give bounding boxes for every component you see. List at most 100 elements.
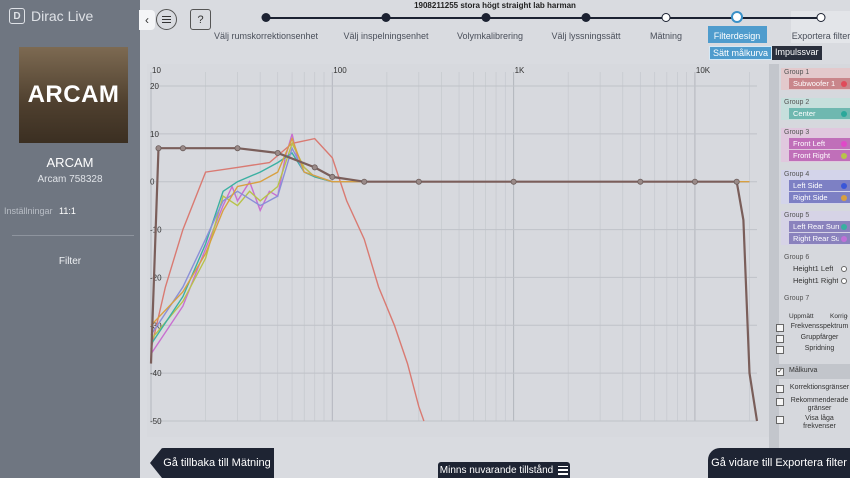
y-tick-label: -20	[150, 273, 162, 282]
channel-item[interactable]: Right Side	[789, 192, 850, 203]
tab-impulse-response[interactable]: Impulssvar	[772, 46, 822, 60]
dirac-logo-icon: D	[9, 8, 25, 24]
target-curve-handle[interactable]	[234, 145, 241, 152]
settings-value: 11:1	[59, 206, 76, 216]
target-curve-handle[interactable]	[637, 178, 644, 185]
back-button[interactable]: Gå tillbaka till Mätning	[150, 448, 274, 478]
settings-row[interactable]: Inställningar 11:1	[4, 206, 76, 216]
channel-label: Right Rear Su...	[793, 234, 839, 243]
step-dot[interactable]	[381, 13, 391, 22]
checkbox-checked[interactable]: ✓	[776, 368, 784, 376]
group-box: Group 6 Height1 Left Height1 Right	[781, 253, 850, 287]
checkbox[interactable]	[776, 335, 784, 343]
target-curve-handle[interactable]	[274, 150, 281, 157]
channel-color-dot[interactable]	[841, 277, 847, 284]
step-dot[interactable]	[816, 13, 826, 22]
channel-item[interactable]: Left Rear Surr...	[789, 221, 850, 232]
group-box: Group 1 Subwoofer 1	[781, 68, 850, 90]
channel-color-dot[interactable]	[841, 110, 847, 117]
project-title: 1908211255 stora högt straight lab harma…	[414, 1, 576, 10]
step-dot[interactable]	[581, 13, 591, 22]
checkbox[interactable]	[776, 385, 784, 393]
step-dot[interactable]	[261, 13, 271, 22]
target-curve-handle[interactable]	[691, 178, 698, 185]
checkbox[interactable]	[776, 416, 784, 424]
channel-item[interactable]: Height1 Right	[789, 275, 850, 286]
next-button[interactable]: Gå vidare till Exportera filter	[708, 448, 850, 478]
target-curve-handle[interactable]	[329, 173, 336, 180]
checkbox[interactable]	[776, 346, 784, 354]
sidebar-item-filter[interactable]: Filter	[0, 256, 140, 267]
target-curve-handle[interactable]	[361, 178, 368, 185]
channel-label: Subwoofer 1	[793, 79, 836, 88]
list-icon	[558, 465, 569, 475]
collapse-sidebar-button[interactable]: ‹	[139, 10, 155, 30]
option-frequency-spectrum[interactable]: Frekvensspektrum	[776, 323, 850, 332]
option-recommended-limits[interactable]: Rekommenderade gränser	[776, 397, 850, 413]
checkbox[interactable]	[776, 398, 784, 406]
measurement-line	[150, 146, 750, 336]
frequency-response-chart[interactable]: 10 100 1K 10K20100-10-20-30-40-50	[147, 64, 769, 437]
menu-icon	[162, 15, 171, 17]
target-curve-handle[interactable]	[311, 164, 318, 171]
group-box: Group 4 Left Side Right Side	[781, 170, 850, 204]
option-group-colors[interactable]: Gruppfärger	[776, 334, 850, 343]
channel-item[interactable]: Height1 Left	[789, 263, 850, 274]
group-box: Group 3 Front Left Front Right	[781, 128, 850, 162]
step-dot[interactable]	[481, 13, 491, 22]
option-correction-limits[interactable]: Korrektionsgränser	[776, 384, 850, 393]
channel-color-dot[interactable]	[841, 140, 847, 147]
option-show-low-frequencies[interactable]: Visa låga frekvenser	[776, 415, 850, 431]
channel-color-dot[interactable]	[841, 223, 847, 230]
step-label[interactable]: Exportera filter	[792, 31, 850, 41]
x-tick-label: 1K	[515, 66, 525, 75]
channel-item[interactable]: Front Left	[789, 138, 850, 149]
help-button[interactable]: ?	[190, 9, 211, 30]
channel-color-dot[interactable]	[841, 152, 847, 159]
measured-header: Uppmätt	[789, 313, 814, 320]
target-curve-handle[interactable]	[415, 178, 422, 185]
group-box: Group 5 Left Rear Surr... Right Rear Su...	[781, 211, 850, 245]
channel-label: Front Right	[793, 151, 831, 160]
step-dot[interactable]	[661, 13, 671, 22]
channel-color-dot[interactable]	[841, 194, 847, 201]
target-curve-handle[interactable]	[179, 145, 186, 152]
target-curve-handle[interactable]	[155, 145, 162, 152]
step-label[interactable]: Mätning	[650, 31, 682, 41]
channel-label: Right Side	[793, 193, 828, 202]
option-spread[interactable]: Spridning	[776, 345, 850, 354]
channel-item[interactable]: Center	[789, 108, 850, 119]
channel-color-dot[interactable]	[841, 182, 847, 189]
step-label[interactable]: Välj lyssningssätt	[551, 31, 620, 41]
menu-button[interactable]	[156, 9, 177, 30]
option-target-curve[interactable]: ✓ Målkurva	[776, 367, 850, 376]
y-tick-label: 0	[150, 178, 155, 187]
sidebar-divider	[12, 235, 134, 236]
step-dot[interactable]	[731, 11, 743, 23]
channel-item[interactable]: Front Right	[789, 150, 850, 161]
channel-color-dot[interactable]	[841, 80, 847, 87]
channel-item[interactable]: Right Rear Su...	[789, 233, 850, 244]
target-curve-handle[interactable]	[733, 178, 740, 185]
remember-state-button[interactable]: Minns nuvarande tillstånd	[438, 462, 570, 478]
filterdesign-subtabs: Sätt målkurva Impulssvar	[709, 46, 822, 60]
device-model: Arcam 758328	[37, 174, 103, 185]
channel-label: Height1 Left	[793, 264, 834, 273]
group-title: Group 1	[784, 69, 810, 76]
checkbox[interactable]	[776, 324, 784, 332]
group-title: Group 6	[784, 254, 810, 261]
channel-color-dot[interactable]	[841, 265, 847, 272]
channel-color-dot[interactable]	[841, 235, 847, 242]
step-label[interactable]: Välj inspelningsenhet	[343, 31, 428, 41]
step-label[interactable]: Volymkalibrering	[457, 31, 523, 41]
group-title: Group 2	[784, 99, 810, 106]
channel-item[interactable]: Left Side	[789, 180, 850, 191]
step-label[interactable]: Välj rumskorrektionsenhet	[214, 31, 318, 41]
channel-label: Center	[793, 109, 816, 118]
y-tick-label: 10	[150, 130, 159, 139]
tab-set-target-curve[interactable]: Sätt målkurva	[709, 46, 773, 60]
options-header: Uppmätt Korrigerad	[779, 313, 850, 320]
target-curve-handle[interactable]	[510, 178, 517, 185]
channel-item[interactable]: Subwoofer 1	[789, 78, 850, 89]
step-label[interactable]: Filterdesign	[714, 31, 761, 41]
